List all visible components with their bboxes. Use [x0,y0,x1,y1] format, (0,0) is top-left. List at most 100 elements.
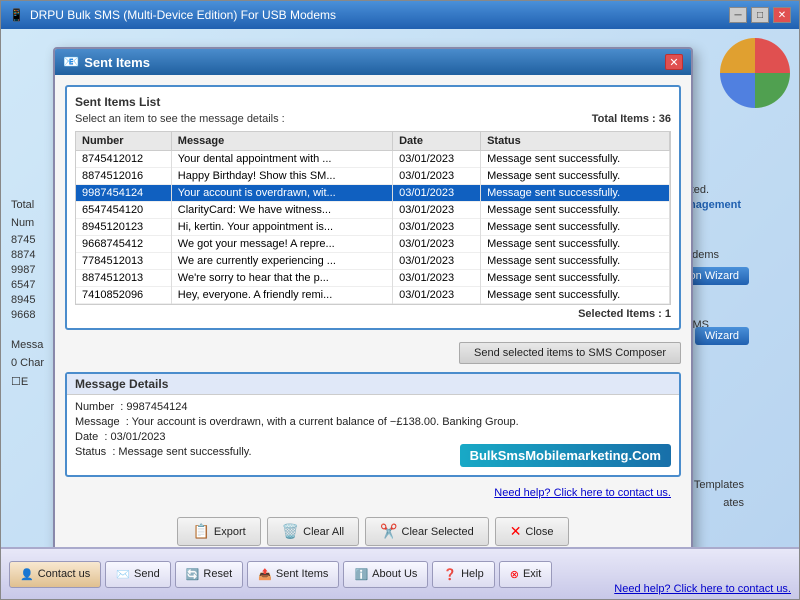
bg-n1: 8745 [11,234,35,246]
cell-status: Message sent successfully. [481,202,670,219]
col-number: Number [76,132,171,151]
cell-date: 03/01/2023 [393,151,481,168]
bg-n3: 9987 [11,264,35,276]
section-header: Sent Items List [75,95,671,109]
message-details-body: Number : 9987454124 Message : Your accou… [67,395,679,475]
modal-help-link[interactable]: Need help? Click here to contact us. [65,485,681,503]
modal-actions: 📋 Export 🗑️ Clear All ✂️ Clear Selected … [65,511,681,547]
col-date: Date [393,132,481,151]
reset-label: Reset [203,568,232,580]
bg-ates-label: ates [723,497,744,509]
detail-message-label: Message [75,416,120,428]
cell-status: Message sent successfully. [481,151,670,168]
send-composer-container: Send selected items to SMS Composer [65,342,681,364]
cell-number: 8745412012 [76,151,171,168]
selected-items-count: Selected Items : 1 [75,308,671,320]
table-row[interactable]: 9987454124Your account is overdrawn, wit… [76,185,670,202]
sent-items-label: Sent Items [276,568,329,580]
about-label: About Us [372,568,417,580]
about-button[interactable]: ℹ️ About Us [343,561,428,588]
table-body: 8745412012Your dental appointment with .… [76,151,670,304]
send-icon: ✉️ [116,568,130,581]
bg-n4: 6547 [11,279,35,291]
clear-selected-icon: ✂️ [380,523,397,540]
contact-label: Contact us [38,568,91,580]
modal-title-left: 📧 Sent Items [63,54,150,70]
taskbar: 👤 Contact us ✉️ Send 🔄 Reset 📤 Sent Item… [1,547,799,599]
table-row[interactable]: 7784512013We are currently experiencing … [76,253,670,270]
exit-label: Exit [523,568,541,580]
modal-title-bar: 📧 Sent Items ✕ [55,49,691,75]
modal-body: Sent Items List Select an item to see th… [55,75,691,547]
cell-message: Your account is overdrawn, wit... [171,185,392,202]
bg-n2: 8874 [11,249,35,261]
app-title: DRPU Bulk SMS (Multi-Device Edition) For… [30,8,336,22]
pie-chart [715,33,795,113]
exit-button[interactable]: ⊗ Exit [499,561,553,588]
items-table-wrapper[interactable]: Number Message Date Status 8745412012You… [75,131,671,305]
maximize-button[interactable]: □ [751,7,769,23]
detail-status-value: : Message sent successfully. [112,446,251,458]
clear-selected-button[interactable]: ✂️ Clear Selected [365,517,489,546]
cell-date: 03/01/2023 [393,287,481,304]
export-button[interactable]: 📋 Export [177,517,260,546]
clear-button[interactable]: 🗑️ Clear All [267,517,359,546]
clear-label: Clear All [303,526,344,538]
cell-date: 03/01/2023 [393,236,481,253]
col-message: Message [171,132,392,151]
exit-icon: ⊗ [510,568,519,581]
send-to-composer-button[interactable]: Send selected items to SMS Composer [459,342,681,364]
close-label: Close [525,526,553,538]
title-bar: 📱 DRPU Bulk SMS (Multi-Device Edition) F… [1,1,799,29]
cell-status: Message sent successfully. [481,287,670,304]
detail-date-label: Date [75,431,98,443]
cell-date: 03/01/2023 [393,168,481,185]
reset-button[interactable]: 🔄 Reset [175,561,243,588]
cell-number: 8945120123 [76,219,171,236]
table-header-row: Number Message Date Status [76,132,670,151]
bg-templates-label: y Templates [686,479,745,491]
cell-message: Happy Birthday! Show this SM... [171,168,392,185]
table-row[interactable]: 6547454120ClarityCard: We have witness..… [76,202,670,219]
table-row[interactable]: 8874512013We're sorry to hear that the p… [76,270,670,287]
cell-number: 8874512013 [76,270,171,287]
cell-status: Message sent successfully. [481,236,670,253]
table-row[interactable]: 8745412012Your dental appointment with .… [76,151,670,168]
help-button[interactable]: ❓ Help [432,561,494,588]
detail-number-value: : 9987454124 [120,401,187,413]
table-row[interactable]: 9668745412We got your message! A repre..… [76,236,670,253]
taskbar-help-link[interactable]: Need help? Click here to contact us. [614,583,791,595]
bg-n5: 8945 [11,294,35,306]
sent-items-button[interactable]: 📤 Sent Items [247,561,339,588]
contact-button[interactable]: 👤 Contact us [9,561,101,588]
cell-status: Message sent successfully. [481,168,670,185]
sent-items-icon: 📤 [258,568,272,581]
total-items: Total Items : 36 [592,113,671,125]
export-label: Export [214,526,246,538]
close-icon: ✕ [510,523,522,540]
cell-number: 7784512013 [76,253,171,270]
send-button[interactable]: ✉️ Send [105,561,170,588]
close-button[interactable]: ✕ Close [495,517,569,546]
detail-number-row: Number : 9987454124 [75,401,671,413]
minimize-button[interactable]: ─ [729,7,747,23]
cell-number: 6547454120 [76,202,171,219]
cell-number: 9987454124 [76,185,171,202]
table-row[interactable]: 8945120123Hi, kertin. Your appointment i… [76,219,670,236]
cell-status: Message sent successfully. [481,253,670,270]
bg-mess: Messa [11,339,43,351]
message-details-title: Message Details [67,374,679,395]
message-details-panel: Message Details Number : 9987454124 Mess… [65,372,681,477]
cell-number: 7410852096 [76,287,171,304]
modal-title: Sent Items [84,55,150,70]
clear-icon: 🗑️ [282,523,299,540]
help-label: Help [461,568,484,580]
detail-number-label: Number [75,401,114,413]
bg-erb: ☐E [11,375,28,388]
app-close-button[interactable]: ✕ [773,7,791,23]
table-row[interactable]: 8874512016Happy Birthday! Show this SM..… [76,168,670,185]
modal-close-button[interactable]: ✕ [665,54,683,70]
table-row[interactable]: 7410852096Hey, everyone. A friendly remi… [76,287,670,304]
modal-icon: 📧 [63,54,79,70]
cell-message: Hi, kertin. Your appointment is... [171,219,392,236]
